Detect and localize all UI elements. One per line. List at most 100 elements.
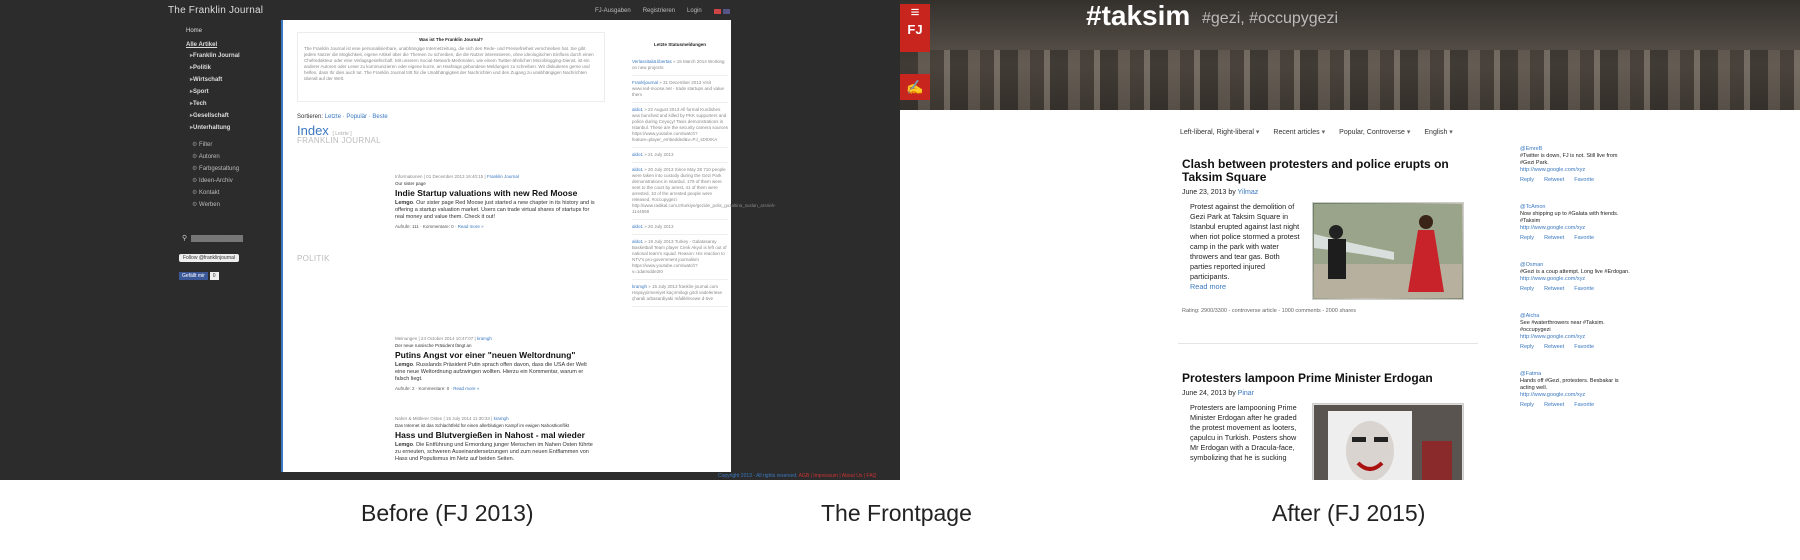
old-sidebar: Home Alle Artikel Franklin Journal Polit… xyxy=(178,28,278,213)
filter-language-dropdown[interactable]: English xyxy=(1424,128,1452,136)
tool-autoren[interactable]: Autoren xyxy=(192,153,278,160)
article-title[interactable]: Putins Angst vor einer "neuen Weltordnun… xyxy=(395,350,595,360)
tweet-text: Now shipping up to #Galata with friends.… xyxy=(1520,211,1619,224)
tweet-link[interactable]: http://www.google.com/xyz xyxy=(1520,392,1630,399)
filter-recency-dropdown[interactable]: Recent articles xyxy=(1273,128,1325,136)
tool-farbgestaltung[interactable]: Farbgestaltung xyxy=(192,165,278,172)
article-meta-text: Informationen | 01 December 2013 16:40:1… xyxy=(395,174,487,179)
favorite-button[interactable]: Favorite xyxy=(1574,402,1594,409)
status-user-link[interactable]: aldo1 xyxy=(632,224,643,229)
retweet-button[interactable]: Retweet xyxy=(1544,235,1564,242)
favorite-button[interactable]: Favorite xyxy=(1574,344,1594,351)
favorite-button[interactable]: Favorite xyxy=(1574,286,1594,293)
reply-button[interactable]: Reply xyxy=(1520,286,1534,293)
status-user-link[interactable]: kramgh xyxy=(632,284,647,289)
tweet-link[interactable]: http://www.google.com/xyz xyxy=(1520,225,1630,232)
tweet-user[interactable]: @Fatma xyxy=(1520,371,1630,378)
fj-logo[interactable]: FJ xyxy=(900,22,930,37)
nav-fj-ausgaben[interactable]: FJ-Ausgaben xyxy=(595,8,631,14)
nav-registrieren[interactable]: Registrieren xyxy=(643,8,675,14)
tool-filter[interactable]: Filter xyxy=(192,141,278,148)
favorite-button[interactable]: Favorite xyxy=(1574,235,1594,242)
read-more-link[interactable]: Read more » xyxy=(458,224,484,229)
article-byline: June 23, 2013 by Yilmaz xyxy=(1182,189,1492,196)
retweet-button[interactable]: Retweet xyxy=(1544,177,1564,184)
article-title[interactable]: Clash between protesters and police erup… xyxy=(1182,158,1492,184)
filter-political-dropdown[interactable]: Left-liberal, Right-liberal xyxy=(1180,128,1259,136)
sidebar-item-politik[interactable]: Politik xyxy=(190,64,278,71)
fj-menu-tab[interactable]: ≡ FJ xyxy=(900,4,930,52)
tweet-user[interactable]: @EmreB xyxy=(1520,146,1630,153)
article-author-link[interactable]: Yilmaz xyxy=(1238,189,1259,196)
tool-werben[interactable]: Werben xyxy=(192,201,278,208)
article-photo-poster[interactable] xyxy=(1312,403,1464,480)
sidebar-item-wirtschaft[interactable]: Wirtschaft xyxy=(190,76,278,83)
sidebar-item-franklin-journal[interactable]: Franklin Journal xyxy=(190,52,278,59)
article-title[interactable]: Indie Startup valuations with new Red Mo… xyxy=(395,188,595,198)
tweet-user[interactable]: @Aicha xyxy=(1520,313,1630,320)
tweet-user[interactable]: @Osman xyxy=(1520,262,1630,269)
read-more-link[interactable]: Read more » xyxy=(453,386,479,391)
article-kicker: Das Internet ist das Schlachtfeld für ei… xyxy=(395,423,570,428)
english-flag-icon[interactable] xyxy=(723,9,730,14)
article-divider xyxy=(1178,343,1478,344)
retweet-button[interactable]: Retweet xyxy=(1544,402,1564,409)
sidebar-all-articles[interactable]: Alle Artikel xyxy=(186,42,278,48)
article-title[interactable]: Hass und Blutvergießen in Nahost - mal w… xyxy=(395,430,595,440)
tool-kontakt[interactable]: Kontakt xyxy=(192,189,278,196)
article-text-block: Protest against the demolition of Gezi P… xyxy=(1182,202,1302,300)
article-title[interactable]: Protesters lampoon Prime Minister Erdoga… xyxy=(1182,372,1492,385)
article-author-link[interactable]: Pinar xyxy=(1238,390,1254,397)
article-meta-link[interactable]: kramgh xyxy=(494,416,509,421)
favorite-button[interactable]: Favorite xyxy=(1574,177,1594,184)
tool-ideen-archiv[interactable]: Ideen-Archiv xyxy=(192,177,278,184)
article-photo-water-cannon[interactable] xyxy=(1312,202,1464,300)
tweet-link[interactable]: http://www.google.com/xyz xyxy=(1520,334,1630,341)
hashtag-search-input[interactable] xyxy=(191,234,244,242)
hashtag-subtags: #gezi, #occupygezi xyxy=(1202,10,1339,27)
sidebar-item-sport[interactable]: Sport xyxy=(190,88,278,95)
status-user-link[interactable]: aldo1 xyxy=(632,107,643,112)
article-meta-link[interactable]: kramgh xyxy=(477,336,492,341)
retweet-button[interactable]: Retweet xyxy=(1544,344,1564,351)
twitter-follow-button[interactable]: Follow @franklinjournal xyxy=(179,254,240,262)
tweet-text: #Gezi is a coup attempt. Long live #Erdo… xyxy=(1520,269,1630,275)
tweet-link[interactable]: http://www.google.com/xyz xyxy=(1520,167,1630,174)
status-user-link[interactable]: aldo1 xyxy=(632,152,643,157)
footer-links[interactable]: AGB | Impressum | About Us | FAQ xyxy=(799,473,877,479)
tweet-link[interactable]: http://www.google.com/xyz xyxy=(1520,276,1630,283)
sidebar-item-gesellschaft[interactable]: Gesellschaft xyxy=(190,112,278,119)
hamburger-menu-icon[interactable]: ≡ xyxy=(900,4,930,22)
status-user-link[interactable]: aldo1 xyxy=(632,167,643,172)
article-foot: Aufrufe: 111 · Kommentare: 0 · Read more… xyxy=(395,224,595,229)
filter-bar: Left-liberal, Right-liberal Recent artic… xyxy=(1180,128,1453,136)
write-article-icon[interactable]: ✍ xyxy=(900,74,930,100)
reply-button[interactable]: Reply xyxy=(1520,344,1534,351)
sidebar-item-unterhaltung[interactable]: Unterhaltung xyxy=(190,124,278,131)
nav-login[interactable]: Login xyxy=(687,8,702,14)
sort-options[interactable]: Letzte · Populär · Beste xyxy=(325,114,388,120)
article-date: June 24, 2013 by xyxy=(1182,390,1238,397)
article-meta-link[interactable]: Franklin Journal xyxy=(487,174,519,179)
tweet-text: Hands off #Gezi, protesters. Besbakar is… xyxy=(1520,378,1619,391)
search-icon[interactable]: ⚲ xyxy=(182,234,187,242)
read-more-link[interactable]: Read more xyxy=(1190,282,1302,292)
status-item: aldo1 » 20 July 2013 xyxy=(632,220,728,235)
facebook-like-button[interactable]: Gefällt mir xyxy=(179,272,208,280)
reply-button[interactable]: Reply xyxy=(1520,235,1534,242)
retweet-button[interactable]: Retweet xyxy=(1544,286,1564,293)
language-flags[interactable] xyxy=(714,9,730,14)
status-user-link[interactable]: Frankljournal xyxy=(632,80,658,85)
sidebar-home[interactable]: Home xyxy=(186,28,278,34)
status-user-link[interactable]: Verlassitaliä.libertas xyxy=(632,59,672,64)
section-politik: POLITIK xyxy=(297,254,330,263)
status-user-link[interactable]: aldo1 xyxy=(632,239,643,244)
sidebar-item-tech[interactable]: Tech xyxy=(190,100,278,107)
tweet-user[interactable]: @TcAmon xyxy=(1520,204,1630,211)
article-rating: Rating: 2900/3300 - controverse article … xyxy=(1182,308,1356,314)
filter-popularity-dropdown[interactable]: Popular, Controverse xyxy=(1339,128,1410,136)
reply-button[interactable]: Reply xyxy=(1520,177,1534,184)
old-brand-logo[interactable]: The Franklin Journal xyxy=(168,5,263,16)
german-flag-icon[interactable] xyxy=(714,9,721,14)
reply-button[interactable]: Reply xyxy=(1520,402,1534,409)
